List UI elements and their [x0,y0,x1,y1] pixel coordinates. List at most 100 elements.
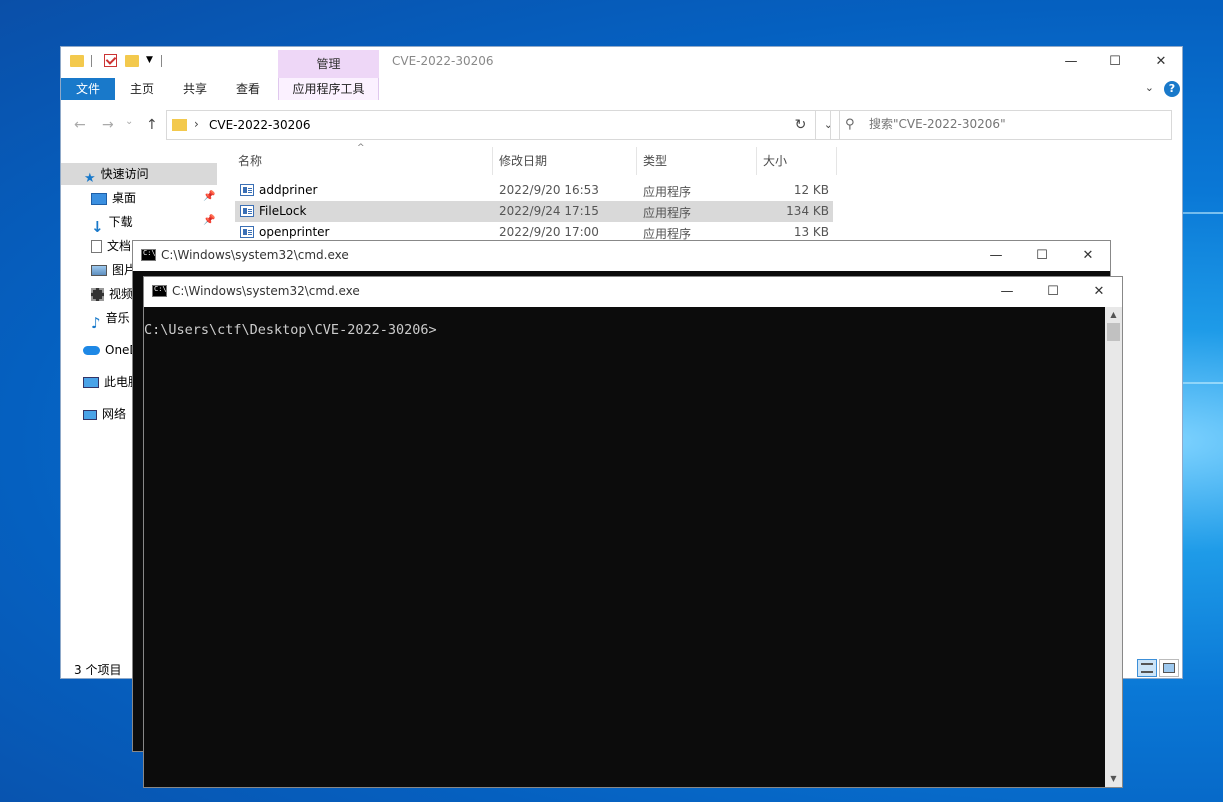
details-view-icon [1141,663,1153,673]
desktop-icon [91,192,107,205]
scroll-up-icon[interactable]: ▲ [1105,307,1122,323]
maximize-button[interactable]: ☐ [1092,50,1138,74]
sidebar-item-quick-access[interactable]: ★ 快速访问 [61,163,217,186]
minimize-button[interactable]: — [973,244,1019,268]
folder-icon [70,55,84,67]
minimize-button[interactable]: — [1048,50,1094,74]
status-item-count: 3 个项目 [74,663,122,677]
music-icon: ♪ [91,313,101,330]
divider [492,147,493,175]
file-name: FileLock [259,204,307,218]
forward-arrow-icon[interactable]: → [102,117,114,133]
sidebar-item-videos[interactable]: 视频 [91,283,136,305]
application-icon [240,205,254,217]
manage-context-tab[interactable]: 管理 [278,50,379,78]
file-size: 12 KB [793,183,829,197]
details-view-button[interactable] [1137,659,1157,677]
refresh-button[interactable]: ↻ [786,110,816,140]
breadcrumb-chevron-icon[interactable]: › [194,117,199,131]
column-header-type[interactable]: 类型 [643,147,667,175]
sidebar-item-downloads[interactable]: ↓ 下载 [91,211,133,236]
download-icon: ↓ [91,217,104,236]
file-date: 2022/9/20 16:53 [499,183,599,197]
pin-icon[interactable]: 📌 [203,191,215,202]
close-button[interactable]: ✕ [1138,50,1184,74]
file-name: addpriner [259,183,318,197]
maximize-button[interactable]: ☐ [1030,280,1076,304]
sidebar-item-music[interactable]: ♪ 音乐 [91,307,136,329]
column-header-size[interactable]: 大小 [763,147,787,175]
up-arrow-icon[interactable]: ↑ [146,117,158,133]
search-input[interactable] [869,117,1159,131]
file-type: 应用程序 [643,185,692,199]
scrollbar-thumb[interactable] [1107,323,1120,341]
column-header-date[interactable]: 修改日期 [499,147,547,175]
cmd-window-front[interactable]: C:\Windows\system32\cmd.exe — ☐ ✕ C:\Use… [143,276,1123,788]
column-header-name[interactable]: 名称 [238,147,262,175]
back-arrow-icon[interactable]: ← [74,117,86,133]
large-icons-view-icon [1163,663,1175,673]
picture-icon [91,265,107,276]
sidebar-item-network[interactable]: 网络 [83,403,136,425]
search-box[interactable]: ⚲ [830,110,1172,140]
pc-icon [83,377,99,388]
help-icon[interactable]: ? [1164,81,1180,97]
chevron-down-icon[interactable]: ▼ [146,55,153,73]
window-title: C:\Windows\system32\cmd.exe [172,284,360,298]
minimize-button[interactable]: — [984,280,1030,304]
tab-home[interactable]: 主页 [119,78,165,100]
divider [161,55,162,67]
cloud-icon [83,346,100,355]
cmd-icon [152,285,167,297]
recent-chevron-icon[interactable]: ⌄ [125,116,133,127]
sidebar-item-pictures[interactable]: 图片 [91,259,136,281]
sidebar-item-this-pc[interactable]: 此电脑 [83,371,136,393]
table-row[interactable]: addpriner 2022/9/20 16:53 应用程序 12 KB [235,180,833,201]
divider [836,147,837,175]
window-title: CVE-2022-30206 [392,54,494,68]
file-type: 应用程序 [643,206,692,220]
window-title: C:\Windows\system32\cmd.exe [161,248,349,262]
file-date: 2022/9/20 17:00 [499,225,599,239]
properties-icon[interactable] [104,54,117,67]
sidebar-item-documents[interactable]: 文档 [91,235,136,257]
scroll-down-icon[interactable]: ▼ [1105,771,1122,787]
maximize-button[interactable]: ☐ [1019,244,1065,268]
address-bar[interactable]: › CVE-2022-30206 ⌄ [166,110,840,140]
large-icons-view-button[interactable] [1159,659,1179,677]
vertical-scrollbar[interactable]: ▲ ▼ [1105,307,1122,787]
sidebar-item-onedrive[interactable]: OneDrive [83,339,136,361]
application-icon [240,184,254,196]
ribbon-tabs: 文件 主页 共享 查看 应用程序工具 [61,78,1182,100]
folder-icon [172,119,187,131]
network-icon [83,409,97,420]
chevron-down-icon[interactable]: ⌄ [1145,81,1154,94]
divider [636,147,637,175]
pin-icon[interactable]: 📌 [203,215,215,226]
document-icon [91,240,102,253]
sidebar-item-desktop[interactable]: 桌面 [91,187,136,209]
new-folder-icon[interactable] [125,55,139,67]
console-output[interactable]: C:\Users\ctf\Desktop\CVE-2022-30206> [144,307,1105,787]
divider [91,55,92,67]
file-date: 2022/9/24 17:15 [499,204,599,218]
search-icon: ⚲ [845,117,855,132]
explorer-titlebar[interactable]: ▼ 管理 CVE-2022-30206 — ☐ ✕ [61,47,1182,78]
tab-file[interactable]: 文件 [61,78,116,100]
breadcrumb[interactable]: CVE-2022-30206 [209,118,311,132]
navigation-bar: ← → ⌄ ↑ › CVE-2022-30206 ⌄ ↻ ⚲ [61,109,1182,141]
star-icon: ★ [84,170,96,186]
tab-view[interactable]: 查看 [225,78,271,100]
application-icon [240,226,254,238]
file-size: 134 KB [786,204,829,218]
tab-share[interactable]: 共享 [172,78,218,100]
cmd-titlebar[interactable]: C:\Windows\system32\cmd.exe — ☐ ✕ [133,241,1110,271]
table-row[interactable]: FileLock 2022/9/24 17:15 应用程序 134 KB [235,201,833,222]
divider [756,147,757,175]
close-button[interactable]: ✕ [1065,244,1111,268]
close-button[interactable]: ✕ [1076,280,1122,304]
tab-application-tools[interactable]: 应用程序工具 [278,78,379,100]
cmd-icon [141,249,156,261]
sort-ascending-icon: ^ [357,143,365,153]
cmd-titlebar[interactable]: C:\Windows\system32\cmd.exe — ☐ ✕ [144,277,1122,307]
